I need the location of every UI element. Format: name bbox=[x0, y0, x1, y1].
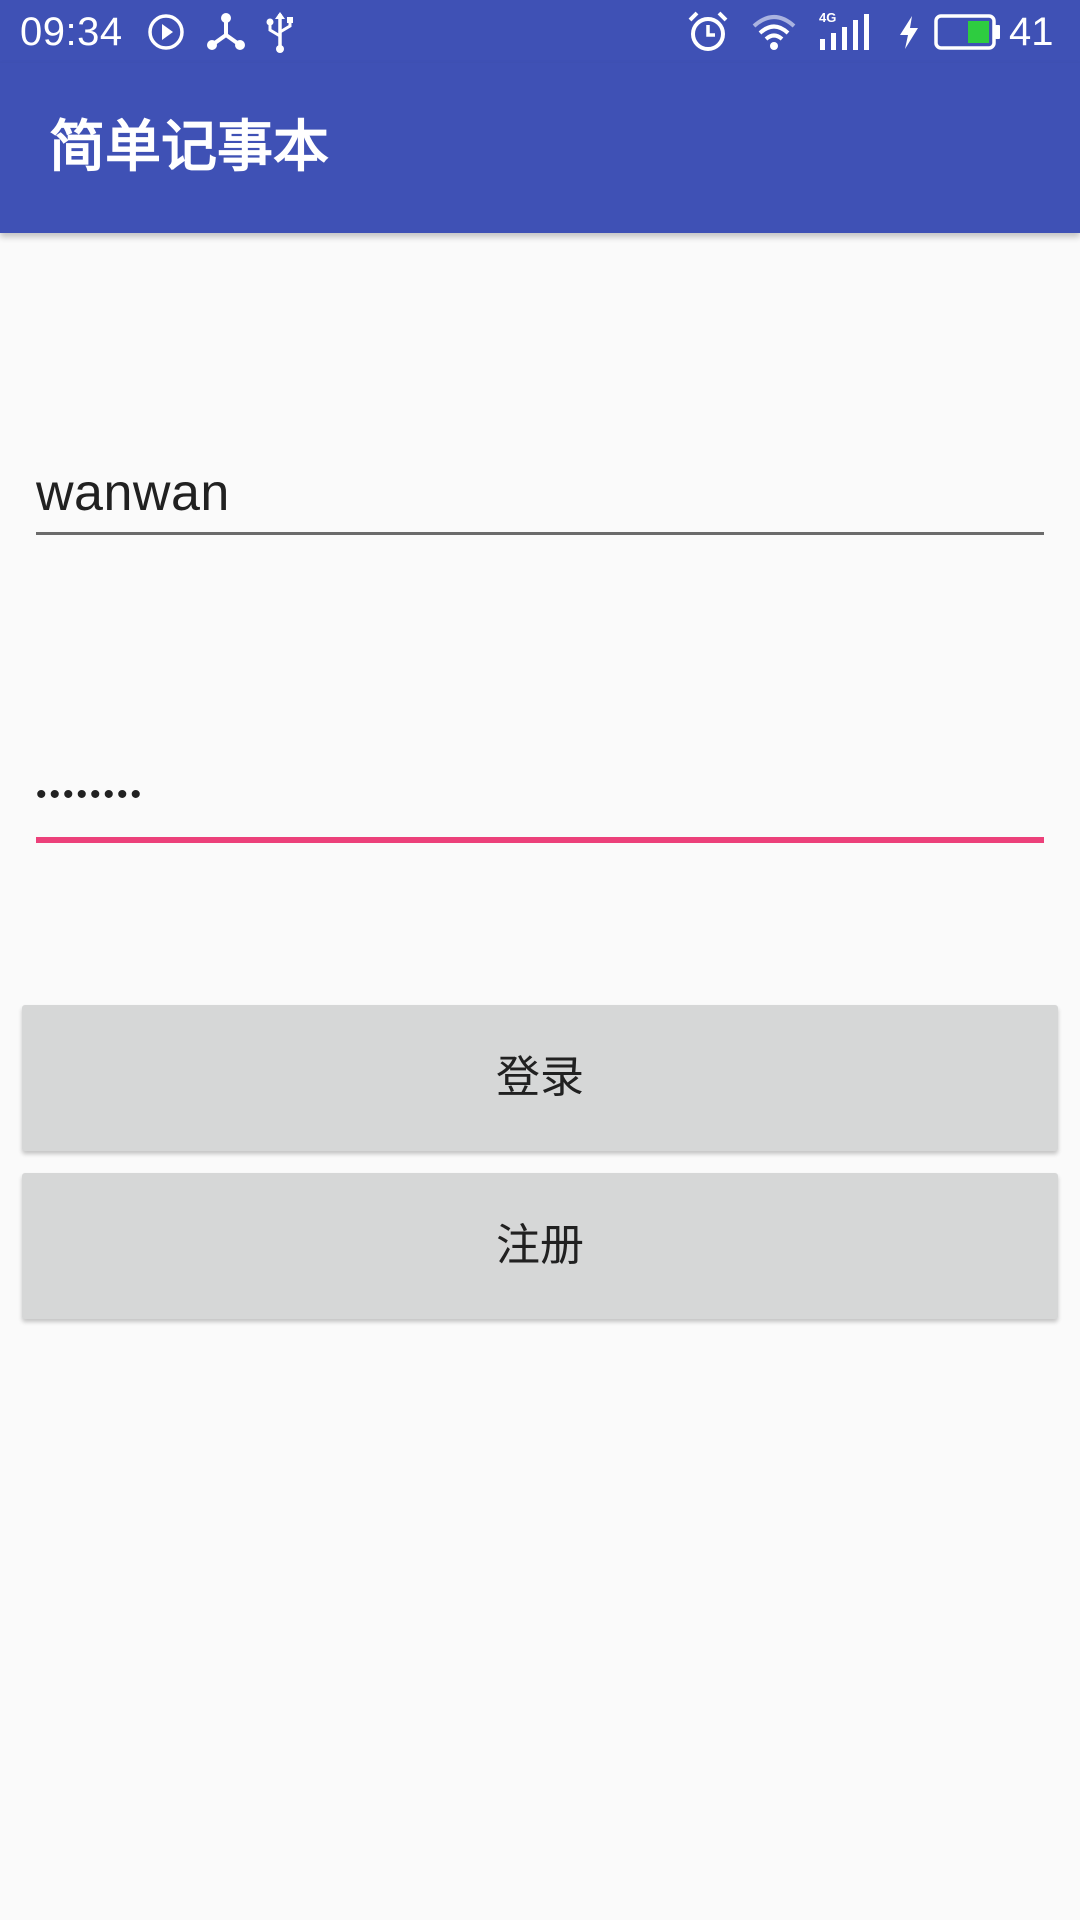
battery-icon bbox=[934, 14, 1000, 50]
app-bar: 简单记事本 bbox=[0, 63, 1080, 233]
app-title: 简单记事本 bbox=[49, 115, 329, 180]
password-underline-focused bbox=[36, 837, 1044, 843]
login-button[interactable]: 登录 bbox=[22, 1005, 1058, 1151]
charging-bolt-icon bbox=[900, 16, 918, 49]
svg-text:4G: 4G bbox=[819, 10, 836, 25]
alarm-icon bbox=[688, 11, 728, 51]
username-underline bbox=[36, 532, 1044, 535]
usb-icon bbox=[266, 12, 293, 53]
username-field[interactable]: wanwan bbox=[36, 450, 1044, 536]
status-bar: 09:34 4G 41 bbox=[0, 0, 1080, 63]
battery-level: 41 bbox=[1009, 10, 1054, 54]
signal-4g-icon: 4G bbox=[819, 10, 869, 50]
play-circle-icon bbox=[148, 14, 184, 50]
username-value: wanwan bbox=[36, 464, 230, 522]
share-icon bbox=[207, 13, 245, 50]
register-button[interactable]: 注册 bbox=[22, 1173, 1058, 1319]
password-field[interactable]: •••••••• bbox=[36, 755, 1044, 843]
status-time: 09:34 bbox=[20, 10, 123, 54]
password-value: •••••••• bbox=[36, 778, 145, 811]
wifi-icon bbox=[752, 15, 796, 50]
